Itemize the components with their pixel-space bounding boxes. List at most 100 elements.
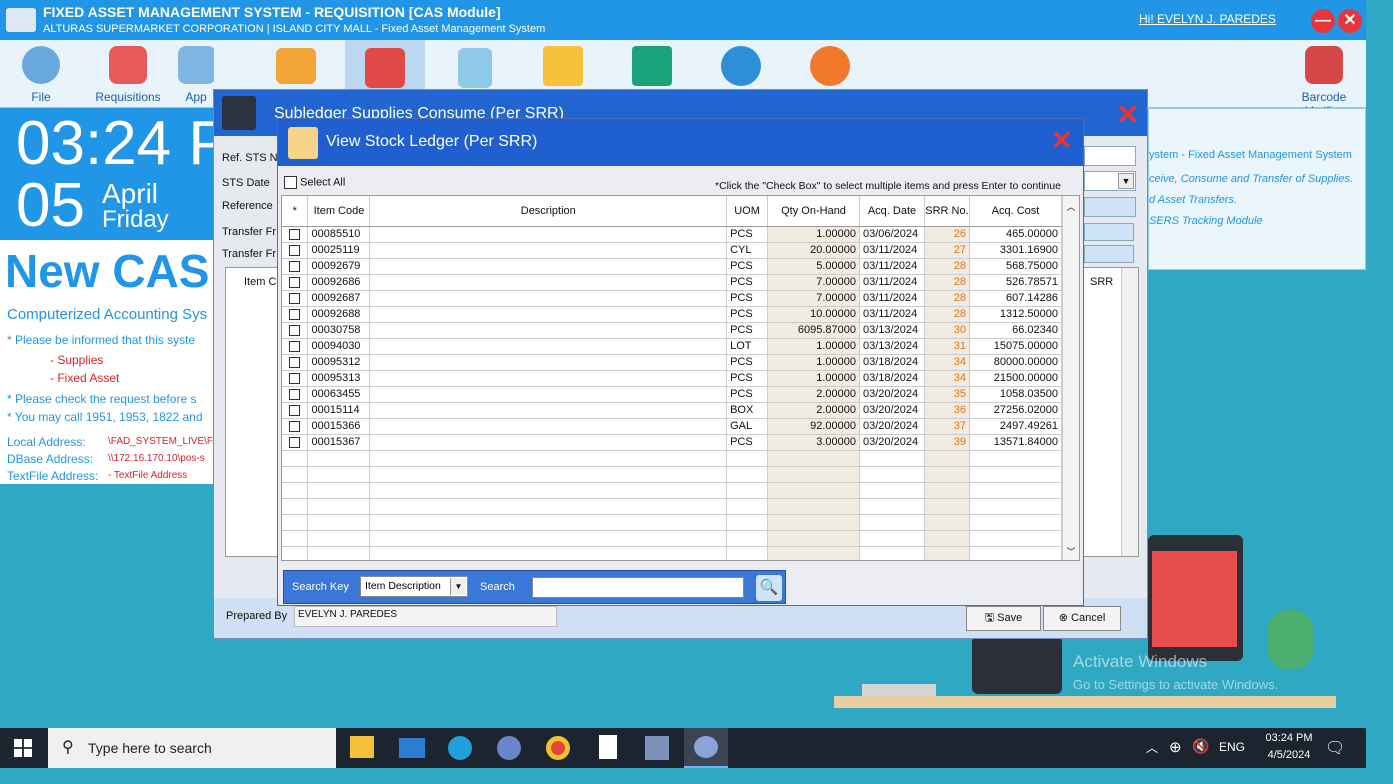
windows-start-icon[interactable] (14, 739, 32, 757)
language-indicator[interactable]: ENG (1219, 740, 1245, 754)
close-button[interactable]: ✕ (1338, 9, 1362, 33)
empty-cell (969, 530, 1063, 547)
row-checkbox[interactable] (289, 292, 301, 304)
ledger-row[interactable]: 00085510 PCS 1.00000 03/06/2024 26 465.00000 (282, 226, 1063, 243)
prepared-by-field[interactable]: EVELYN J. PAREDES (294, 606, 557, 627)
books-icon[interactable] (543, 46, 583, 86)
ledger-row[interactable]: 00015366 GAL 92.00000 03/20/2024 37 2497.4926… (282, 418, 1063, 435)
search-label: Search (480, 581, 515, 593)
row-item-code: 00015114 (307, 402, 371, 419)
empty-cell (726, 498, 769, 515)
chevron-down-icon[interactable]: ▼ (1118, 173, 1134, 189)
row-checkbox[interactable] (289, 436, 301, 448)
toolbar-requisitions[interactable]: Requisitions (93, 46, 163, 104)
ledger-row[interactable]: 00015367 PCS 3.00000 03/20/2024 39 13571.8400… (282, 434, 1063, 451)
ledger-row[interactable]: 00095312 PCS 1.00000 03/18/2024 34 80000.0000… (282, 354, 1063, 371)
row-checkbox[interactable] (289, 404, 301, 416)
ledger-row[interactable]: 00092679 PCS 5.00000 03/11/2024 28 568.75000 (282, 258, 1063, 275)
chevron-down-icon[interactable]: ▼ (450, 578, 466, 595)
row-checkbox[interactable] (289, 324, 301, 336)
chart-icon[interactable] (632, 46, 672, 86)
subledger-col-srr: SRR (1090, 276, 1114, 288)
search-input[interactable] (532, 577, 744, 598)
transfer-arrows-icon[interactable] (276, 48, 316, 84)
select-all-box[interactable] (284, 176, 297, 189)
row-checkbox[interactable] (289, 228, 301, 240)
local-address-value: \FAD_SYSTEM_LIVE\FA (108, 436, 220, 447)
taskbar-date[interactable]: 4/5/2024 (1258, 749, 1320, 761)
ledger-row[interactable]: 00092686 PCS 7.00000 03/11/2024 28 526.78571 (282, 274, 1063, 291)
notification-icon[interactable]: 🗨 (1325, 738, 1345, 758)
taskbar-time[interactable]: 03:24 PM (1258, 732, 1320, 744)
file-explorer-icon[interactable] (350, 736, 374, 758)
building-icon[interactable] (458, 48, 492, 88)
network-icon[interactable]: ⊕ (1169, 738, 1182, 756)
document-icon[interactable] (599, 735, 617, 759)
cancel-button[interactable]: ⊗ Cancel (1043, 606, 1121, 631)
reference-label: Reference (222, 200, 273, 212)
ledger-row[interactable]: 00015114 BOX 2.00000 03/20/2024 36 27256.0200… (282, 402, 1063, 419)
row-checkbox[interactable] (289, 244, 301, 256)
ledger-row[interactable]: 00094030 LOT 1.00000 03/13/2024 31 15075.0000… (282, 338, 1063, 355)
save-button[interactable]: 🖫 Save (966, 606, 1041, 631)
stock-ledger-grid[interactable]: * Item Code Description UOM Qty On-Hand … (281, 195, 1080, 561)
ledger-row[interactable]: 00092688 PCS 10.00000 03/11/2024 28 1312.5000… (282, 306, 1063, 323)
row-checkbox[interactable] (289, 276, 301, 288)
col-srr-no[interactable]: SRR No. (924, 196, 970, 227)
settings-gear-icon[interactable] (721, 46, 761, 86)
row-checkbox[interactable] (289, 356, 301, 368)
contact-us-icon[interactable] (810, 46, 850, 86)
taskbar-search-box[interactable]: ⚲ Type here to search (48, 728, 336, 768)
row-checkbox[interactable] (289, 308, 301, 320)
transfer-from2-field[interactable] (1084, 245, 1134, 263)
subledger-scrollbar[interactable] (1121, 268, 1138, 556)
minimize-button[interactable]: — (1311, 9, 1335, 33)
ledger-row[interactable]: 00063455 PCS 2.00000 03/20/2024 35 1058.03500 (282, 386, 1063, 403)
speaker-muted-icon[interactable]: 🔇 (1192, 738, 1209, 755)
transfer-from1-field[interactable] (1084, 223, 1134, 241)
row-uom: BOX (726, 402, 769, 419)
mail-icon[interactable] (399, 738, 425, 758)
row-checkbox[interactable] (289, 372, 301, 384)
row-acq-date: 03/20/2024 (859, 386, 925, 403)
sts-date-field[interactable]: ▼ (1084, 171, 1136, 191)
row-acq-date: 03/18/2024 (859, 370, 925, 387)
row-checkbox[interactable] (289, 260, 301, 272)
network-globe-icon[interactable] (497, 736, 521, 760)
row-checkbox[interactable] (289, 388, 301, 400)
chevron-up-icon[interactable]: ︿ (1146, 739, 1158, 756)
select-all-checkbox[interactable]: Select All (284, 176, 345, 189)
ledger-row[interactable]: 00025119 CYL 20.00000 03/11/2024 27 3301.1690… (282, 242, 1063, 259)
ledger-row[interactable]: 00030758 PCS 6095.87000 03/13/2024 30 66.0234… (282, 322, 1063, 339)
subledger-close-icon[interactable]: ✕ (1116, 98, 1139, 131)
row-uom: PCS (726, 274, 769, 291)
col-item-code[interactable]: Item Code (307, 196, 371, 227)
row-acq-date: 03/13/2024 (859, 322, 925, 339)
chrome-browser-icon[interactable] (546, 736, 570, 760)
ledger-row[interactable]: 00095313 PCS 1.00000 03/18/2024 34 21500.0000… (282, 370, 1063, 387)
col-acq-cost[interactable]: Acq. Cost (969, 196, 1063, 227)
col-description[interactable]: Description (369, 196, 728, 227)
toolbar-requisitions-label: Requisitions (95, 90, 161, 104)
app-window-icon[interactable] (645, 736, 669, 760)
user-link[interactable]: Hi! EVELYN J. PAREDES (1139, 12, 1276, 26)
scroll-down-icon[interactable]: ﹀ (1063, 545, 1079, 558)
ref-sts-field[interactable] (1084, 146, 1136, 166)
ledger-row[interactable]: 00092687 PCS 7.00000 03/11/2024 28 607.14286 (282, 290, 1063, 307)
search-icon[interactable]: 🔍 (756, 575, 782, 601)
col-qty-on-hand[interactable]: Qty On-Hand (767, 196, 861, 227)
toolbar-approval[interactable]: App (178, 46, 214, 104)
row-checkbox[interactable] (289, 420, 301, 432)
edge-browser-icon[interactable] (448, 736, 472, 760)
search-key-select[interactable]: Item Description ▼ (360, 576, 468, 597)
col-acq-date[interactable]: Acq. Date (859, 196, 925, 227)
stock-ledger-close-icon[interactable]: ✕ (1051, 125, 1073, 156)
toolbar-file[interactable]: File (6, 46, 76, 104)
active-app-tab[interactable] (684, 728, 728, 768)
reference-field[interactable] (1084, 197, 1136, 217)
grid-scrollbar[interactable]: ︿ ﹀ (1062, 196, 1079, 560)
row-srr-no: 30 (924, 322, 970, 339)
col-uom[interactable]: UOM (726, 196, 769, 227)
row-checkbox[interactable] (289, 340, 301, 352)
scroll-up-icon[interactable]: ︿ (1063, 200, 1079, 213)
